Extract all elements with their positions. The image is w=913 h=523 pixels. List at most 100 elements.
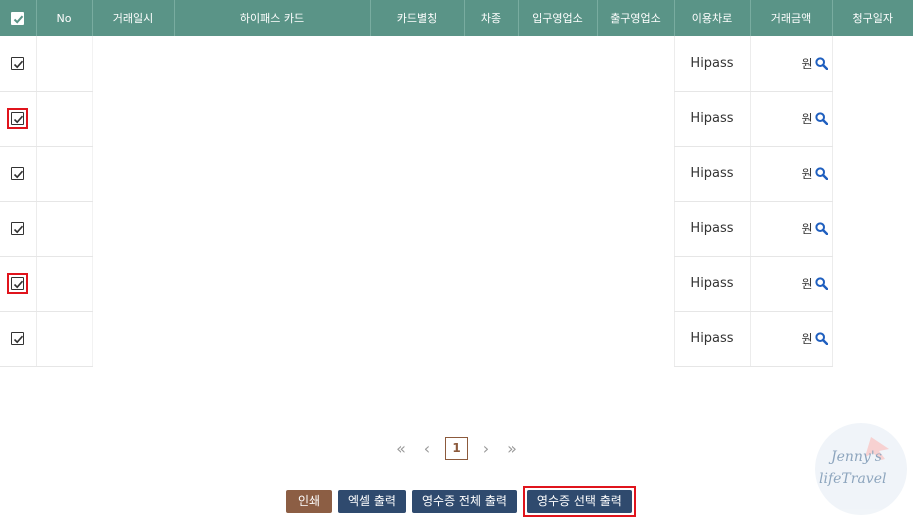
transaction-table-container: No 거래일시 하이패스 카드 카드별칭 차종 입구영업소 출구영업소 이용차로… xyxy=(0,0,913,367)
table-row: Hipass 원 xyxy=(0,36,913,92)
watermark-logo: Jenny's lifeTravel xyxy=(815,423,907,515)
header-no[interactable]: No xyxy=(36,0,93,36)
row-checkbox-highlight xyxy=(7,273,29,294)
row-checkbox-highlight xyxy=(7,108,29,129)
table-row: Hipass 원 xyxy=(0,91,913,147)
print-all-receipts-button[interactable]: 영수증 전체 출력 xyxy=(411,490,517,513)
header-transaction-datetime[interactable]: 거래일시 xyxy=(92,0,175,36)
row-select-cell xyxy=(0,36,37,92)
page-number-current[interactable]: 1 xyxy=(445,437,468,460)
table-row: Hipass 원 xyxy=(0,146,913,202)
row-checkbox[interactable] xyxy=(11,277,25,290)
search-icon[interactable] xyxy=(814,57,828,70)
table-row: Hipass 원 xyxy=(0,256,913,312)
row-no xyxy=(36,146,93,202)
table-row: Hipass 원 xyxy=(0,201,913,257)
row-no xyxy=(36,36,93,92)
checkmark-icon xyxy=(14,15,24,24)
header-exit-office[interactable]: 출구영업소 xyxy=(597,0,675,36)
row-amount: 원 xyxy=(750,311,833,367)
header-card-alias[interactable]: 카드별칭 xyxy=(370,0,465,36)
row-amount-unit: 원 xyxy=(801,222,813,236)
row-billing-date xyxy=(832,146,913,201)
search-icon[interactable] xyxy=(814,112,828,126)
pagination: « ‹ 1 › » xyxy=(393,437,520,460)
checkmark-icon xyxy=(14,170,24,179)
row-amount: 원 xyxy=(750,146,833,202)
checkmark-icon xyxy=(14,280,24,289)
row-blank-area xyxy=(92,36,674,91)
row-lane: Hipass xyxy=(673,201,751,257)
row-no xyxy=(36,91,93,147)
row-select-cell xyxy=(0,91,37,147)
row-no xyxy=(36,201,93,257)
row-checkbox[interactable] xyxy=(11,222,25,235)
search-icon[interactable] xyxy=(814,277,828,291)
svg-text:Jenny's: Jenny's xyxy=(828,449,882,465)
row-blank-area xyxy=(92,256,674,311)
first-page-icon[interactable]: « xyxy=(393,438,409,460)
selected-receipt-highlight: 영수증 선택 출력 xyxy=(522,486,636,517)
row-amount-unit: 원 xyxy=(801,277,813,291)
table-header-row: No 거래일시 하이패스 카드 카드별칭 차종 입구영업소 출구영업소 이용차로… xyxy=(0,0,913,36)
select-all-checkbox[interactable] xyxy=(11,11,25,25)
airplane-icon: Jenny's lifeTravel xyxy=(819,437,889,487)
row-select-cell xyxy=(0,311,37,367)
header-amount[interactable]: 거래금액 xyxy=(750,0,833,36)
row-amount-unit: 원 xyxy=(801,56,813,71)
checkmark-icon xyxy=(14,225,24,234)
row-blank-area xyxy=(92,146,674,201)
row-checkbox[interactable] xyxy=(11,56,25,70)
row-select-cell xyxy=(0,256,37,312)
svg-text:lifeTravel: lifeTravel xyxy=(819,471,886,487)
search-icon[interactable] xyxy=(814,222,828,236)
header-vehicle-type[interactable]: 차종 xyxy=(464,0,519,36)
table-row: Hipass 원 xyxy=(0,311,913,367)
header-entry-office[interactable]: 입구영업소 xyxy=(518,0,598,36)
checkmark-icon xyxy=(14,115,24,124)
row-blank-area xyxy=(92,311,674,366)
action-buttons: 인쇄 엑셀 출력 영수증 전체 출력 영수증 선택 출력 xyxy=(286,486,636,517)
next-page-icon[interactable]: › xyxy=(478,438,494,460)
excel-export-button[interactable]: 엑셀 출력 xyxy=(338,490,406,513)
row-amount: 원 xyxy=(750,201,833,257)
header-billing-date[interactable]: 청구일자 xyxy=(832,0,913,36)
print-button[interactable]: 인쇄 xyxy=(286,490,332,513)
row-no xyxy=(36,311,93,367)
row-lane: Hipass xyxy=(673,311,751,367)
checkmark-icon xyxy=(14,60,24,69)
row-amount-unit: 원 xyxy=(801,332,813,346)
row-amount: 원 xyxy=(750,91,833,147)
select-all-header xyxy=(0,0,37,36)
row-select-cell xyxy=(0,201,37,257)
header-lane[interactable]: 이용차로 xyxy=(674,0,751,36)
search-icon[interactable] xyxy=(814,332,828,346)
row-amount-unit: 원 xyxy=(801,167,813,181)
prev-page-icon[interactable]: ‹ xyxy=(419,438,435,460)
checkmark-icon xyxy=(14,335,24,344)
row-checkbox[interactable] xyxy=(11,332,25,345)
row-billing-date xyxy=(832,311,913,366)
row-lane: Hipass xyxy=(673,91,751,147)
row-lane: Hipass xyxy=(673,146,751,202)
row-amount-unit: 원 xyxy=(801,112,813,126)
last-page-icon[interactable]: » xyxy=(504,438,520,460)
transaction-table: No 거래일시 하이패스 카드 카드별칭 차종 입구영업소 출구영업소 이용차로… xyxy=(0,0,913,367)
row-amount: 원 xyxy=(750,256,833,312)
row-lane: Hipass xyxy=(673,36,751,92)
row-blank-area xyxy=(92,201,674,256)
row-amount: 원 xyxy=(750,36,833,92)
row-blank-area xyxy=(92,91,674,146)
row-checkbox[interactable] xyxy=(11,167,25,180)
row-billing-date xyxy=(832,36,913,91)
row-lane: Hipass xyxy=(673,256,751,312)
print-selected-receipts-button[interactable]: 영수증 선택 출력 xyxy=(526,490,632,513)
row-billing-date xyxy=(832,256,913,311)
row-no xyxy=(36,256,93,312)
search-icon[interactable] xyxy=(814,167,828,181)
row-billing-date xyxy=(832,91,913,146)
row-checkbox[interactable] xyxy=(11,112,25,125)
row-billing-date xyxy=(832,201,913,256)
header-hipass-card[interactable]: 하이패스 카드 xyxy=(174,0,371,36)
row-select-cell xyxy=(0,146,37,202)
